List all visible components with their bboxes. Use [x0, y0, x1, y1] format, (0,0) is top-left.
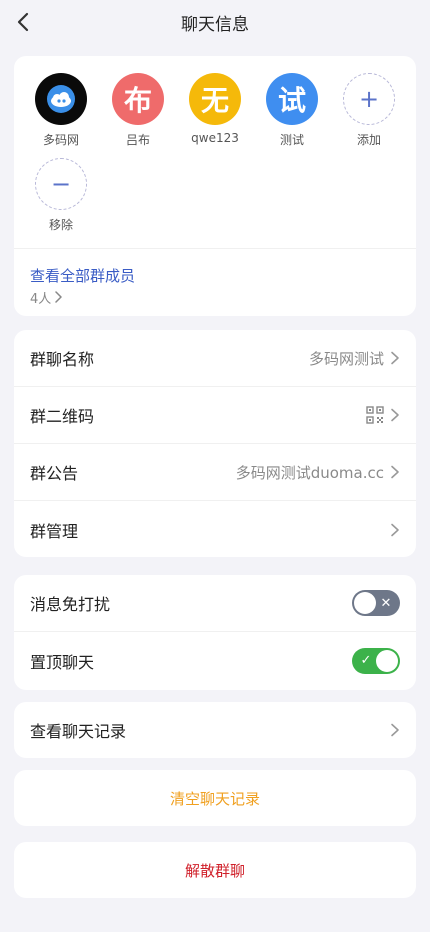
remove-member-button[interactable]: − 移除	[31, 158, 91, 233]
member-name: 测试	[279, 133, 304, 147]
view-history-row[interactable]: 查看聊天记录	[14, 702, 416, 758]
member-item[interactable]: 多码网	[31, 73, 91, 148]
mute-row: 消息免打扰 ✕	[14, 575, 416, 632]
toggle-knob	[376, 649, 398, 672]
group-notice-row[interactable]: 群公告 多码网测试duoma.cc	[14, 444, 416, 501]
chevron-right-icon	[390, 723, 400, 737]
pin-row: 置顶聊天 ✓	[14, 632, 416, 689]
add-member-button[interactable]: + 添加	[339, 73, 399, 148]
dissolve-card: 解散群聊	[14, 842, 416, 898]
chevron-right-icon	[390, 408, 400, 422]
dissolve-group-button[interactable]: 解散群聊	[14, 842, 416, 898]
member-count-text: 4人	[30, 292, 52, 307]
minus-icon: −	[35, 158, 87, 210]
group-manage-label: 群管理	[30, 521, 79, 541]
mute-label: 消息免打扰	[30, 595, 111, 614]
history-card: 查看聊天记录	[14, 702, 416, 758]
remove-member-label: 移除	[48, 218, 73, 232]
avatar: 无	[189, 73, 241, 125]
cloud-logo-icon	[47, 85, 75, 113]
member-count: 4人	[30, 288, 400, 307]
pin-toggle[interactable]: ✓	[352, 647, 400, 674]
chevron-left-icon[interactable]	[12, 10, 34, 34]
mute-toggle[interactable]: ✕	[352, 590, 400, 616]
group-name-value: 多码网测试	[308, 349, 384, 368]
member-name: qwe123	[191, 131, 239, 145]
members-card: 多码网 布 吕布 无 qwe123 试 测试 + 添加 − 移除 查看全部群成员…	[14, 56, 416, 316]
chevron-right-icon	[54, 290, 64, 305]
avatar	[35, 73, 87, 125]
group-qrcode-label: 群二维码	[30, 407, 95, 426]
pin-label: 置顶聊天	[30, 652, 95, 672]
group-manage-row[interactable]: 群管理	[14, 501, 416, 557]
close-icon: ✕	[380, 595, 392, 611]
group-qrcode-row[interactable]: 群二维码	[14, 387, 416, 444]
toggle-knob	[354, 592, 376, 614]
group-notice-label: 群公告	[30, 464, 79, 483]
member-name: 吕布	[125, 133, 150, 147]
group-notice-value: 多码网测试duoma.cc	[235, 463, 384, 482]
member-item[interactable]: 无 qwe123	[185, 73, 245, 145]
plus-icon: +	[343, 73, 395, 125]
clear-history-button[interactable]: 清空聊天记录	[14, 770, 416, 826]
group-name-row[interactable]: 群聊名称 多码网测试	[14, 330, 416, 387]
chevron-right-icon	[390, 523, 400, 537]
toggle-card: 消息免打扰 ✕ 置顶聊天 ✓	[14, 575, 416, 690]
check-icon: ✓	[360, 653, 372, 668]
avatar: 布	[112, 73, 164, 125]
chevron-right-icon	[390, 351, 400, 365]
member-item[interactable]: 布 吕布	[108, 73, 168, 148]
qrcode-icon	[366, 406, 384, 424]
clear-history-card: 清空聊天记录	[14, 770, 416, 826]
member-name: 多码网	[42, 133, 79, 147]
view-all-members[interactable]: 查看全部群成员 4人	[14, 248, 416, 316]
member-item[interactable]: 试 测试	[262, 73, 322, 148]
view-all-members-link[interactable]: 查看全部群成员	[30, 265, 400, 286]
view-history-label: 查看聊天记录	[30, 722, 127, 741]
group-info-card: 群聊名称 多码网测试 群二维码 群公告 多码网测试duoma.cc 群管理	[14, 330, 416, 557]
add-member-label: 添加	[356, 133, 381, 147]
page-title: 聊天信息	[181, 14, 249, 35]
chevron-right-icon	[390, 465, 400, 479]
avatar: 试	[266, 73, 318, 125]
nav-bar: 聊天信息	[0, 0, 430, 44]
group-name-label: 群聊名称	[30, 350, 95, 369]
